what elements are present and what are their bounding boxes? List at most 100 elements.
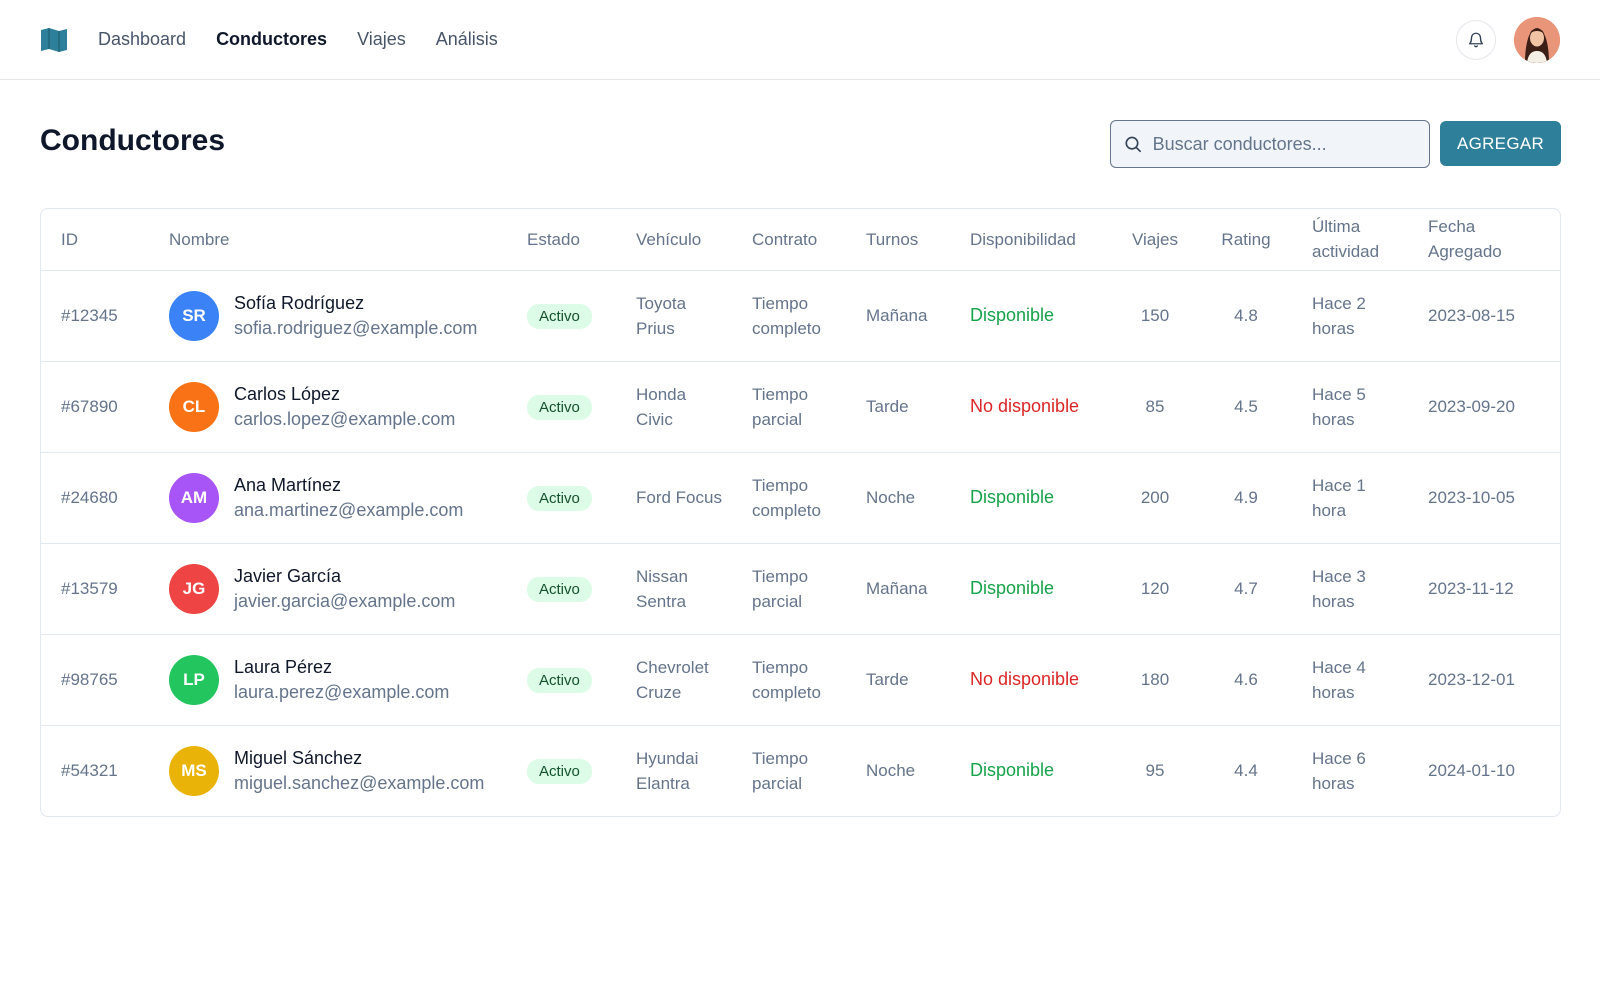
availability-status: Disponible bbox=[970, 305, 1055, 325]
status-badge: Activo bbox=[527, 576, 592, 602]
table-row[interactable]: #12345 SR Sofía Rodríguez sofia.rodrigue… bbox=[41, 270, 1560, 362]
date-added: 2023-09-20 bbox=[1408, 361, 1560, 453]
shift: Noche bbox=[846, 452, 950, 544]
driver-text: Miguel Sánchez miguel.sanchez@example.co… bbox=[234, 746, 484, 796]
trip-count: 95 bbox=[1145, 761, 1165, 781]
column-header-disponibilidad[interactable]: Disponibilidad bbox=[950, 209, 1110, 271]
availability-cell: No disponible bbox=[950, 361, 1110, 453]
avatar: AM bbox=[169, 472, 219, 523]
column-header-fecha-agregado[interactable]: Fecha Agregado bbox=[1408, 209, 1560, 271]
bell-icon bbox=[1468, 32, 1484, 47]
trip-count: 120 bbox=[1110, 543, 1200, 635]
column-header-nombre[interactable]: Nombre bbox=[149, 209, 507, 271]
date-added: 2024-01-10 bbox=[1428, 761, 1515, 781]
notifications-button[interactable] bbox=[1456, 19, 1496, 60]
driver-identity: LP Laura Pérez laura.perez@example.com bbox=[169, 654, 497, 705]
availability-cell: Disponible bbox=[950, 270, 1110, 362]
driver-name: Laura Pérez bbox=[234, 656, 333, 677]
contract: Tiempo parcial bbox=[732, 361, 846, 453]
driver-text: Carlos López carlos.lopez@example.com bbox=[234, 382, 455, 432]
main-nav: Dashboard Conductores Viajes Análisis bbox=[98, 29, 498, 50]
search-box[interactable] bbox=[1110, 120, 1430, 168]
driver-email: laura.perez@example.com bbox=[234, 681, 450, 702]
contract: Tiempo completo bbox=[732, 634, 846, 726]
last-activity: Hace 1 hora bbox=[1292, 452, 1408, 544]
driver-id: #24680 bbox=[41, 452, 149, 544]
column-header-viajes[interactable]: Viajes bbox=[1110, 209, 1200, 271]
rating: 4.5 bbox=[1200, 361, 1292, 453]
status-badge: Activo bbox=[527, 758, 592, 784]
table-header-row: ID Nombre Estado Vehículo Contrato Turno… bbox=[41, 209, 1560, 271]
add-driver-button[interactable]: AGREGAR bbox=[1440, 121, 1561, 166]
driver-text: Sofía Rodríguez sofia.rodriguez@example.… bbox=[234, 291, 477, 341]
topbar-actions bbox=[1456, 16, 1560, 63]
driver-name: Ana Martínez bbox=[234, 474, 342, 495]
column-header-turnos[interactable]: Turnos bbox=[846, 209, 950, 271]
driver-id: #98765 bbox=[41, 634, 149, 726]
status-badge: Activo bbox=[527, 303, 592, 329]
avatar: LP bbox=[169, 654, 219, 705]
vehicle: Ford Focus bbox=[616, 452, 732, 544]
column-header-estado[interactable]: Estado bbox=[507, 209, 616, 271]
driver-name: Javier García bbox=[234, 565, 342, 586]
top-navbar: Dashboard Conductores Viajes Análisis bbox=[0, 0, 1600, 80]
status-cell: Activo bbox=[507, 725, 616, 816]
vehicle: Toyota Prius bbox=[616, 270, 732, 362]
column-header-id[interactable]: ID bbox=[41, 209, 149, 271]
driver-text: Javier García javier.garcia@example.com bbox=[234, 564, 455, 614]
driver-identity: MS Miguel Sánchez miguel.sanchez@example… bbox=[169, 745, 497, 796]
nav-item-viajes[interactable]: Viajes bbox=[357, 29, 406, 50]
avatar: CL bbox=[169, 381, 219, 432]
search-input[interactable] bbox=[1152, 133, 1417, 155]
rating: 4.6 bbox=[1200, 634, 1292, 726]
status-cell: Activo bbox=[507, 634, 616, 726]
driver-email: javier.garcia@example.com bbox=[234, 590, 456, 611]
vehicle: Chevrolet Cruze bbox=[616, 634, 732, 726]
contract: Tiempo parcial bbox=[752, 748, 809, 793]
availability-status: No disponible bbox=[970, 669, 1080, 689]
nav-item-conductores[interactable]: Conductores bbox=[216, 29, 327, 50]
table-row[interactable]: #67890 CL Carlos López carlos.lopez@exam… bbox=[41, 361, 1560, 453]
table-body: #12345 SR Sofía Rodríguez sofia.rodrigue… bbox=[41, 270, 1560, 816]
table-row[interactable]: #54321 MS Miguel Sánchez miguel.sanchez@… bbox=[41, 725, 1560, 816]
shift: Noche bbox=[866, 761, 916, 781]
availability-status: No disponible bbox=[970, 396, 1080, 416]
table-row[interactable]: #98765 LP Laura Pérez laura.perez@exampl… bbox=[41, 634, 1560, 726]
column-header-contrato[interactable]: Contrato bbox=[732, 209, 846, 271]
driver-name: Miguel Sánchez bbox=[234, 747, 363, 768]
nav-item-dashboard[interactable]: Dashboard bbox=[98, 29, 186, 50]
column-header-vehiculo[interactable]: Vehículo bbox=[616, 209, 732, 271]
driver-id: #67890 bbox=[41, 361, 149, 453]
shift: Tarde bbox=[846, 634, 950, 726]
status-cell: Activo bbox=[507, 543, 616, 635]
table-row[interactable]: #24680 AM Ana Martínez ana.martinez@exam… bbox=[41, 452, 1560, 544]
date-added: 2023-10-05 bbox=[1408, 452, 1560, 544]
avatar: MS bbox=[169, 745, 219, 796]
contract: Tiempo parcial bbox=[732, 543, 846, 635]
availability-status: Disponible bbox=[970, 578, 1055, 598]
trip-count: 85 bbox=[1110, 361, 1200, 453]
driver-id: #54321 bbox=[61, 761, 118, 781]
availability-cell: Disponible bbox=[950, 725, 1110, 816]
last-activity: Hace 5 horas bbox=[1292, 361, 1408, 453]
shift: Mañana bbox=[846, 543, 950, 635]
drivers-table: ID Nombre Estado Vehículo Contrato Turno… bbox=[40, 208, 1561, 817]
last-activity: Hace 4 horas bbox=[1292, 634, 1408, 726]
rating: 4.9 bbox=[1200, 452, 1292, 544]
nav-item-analisis[interactable]: Análisis bbox=[436, 29, 498, 50]
avatar: JG bbox=[169, 563, 219, 614]
search-icon bbox=[1125, 136, 1141, 153]
column-header-ultima-actividad[interactable]: Última actividad bbox=[1292, 209, 1408, 271]
driver-id: #12345 bbox=[41, 270, 149, 362]
vehicle: Honda Civic bbox=[616, 361, 732, 453]
rating: 4.8 bbox=[1200, 270, 1292, 362]
rating: 4.4 bbox=[1234, 761, 1258, 781]
table-row[interactable]: #13579 JG Javier García javier.garcia@ex… bbox=[41, 543, 1560, 635]
vehicle: Nissan Sentra bbox=[616, 543, 732, 635]
user-avatar[interactable] bbox=[1514, 16, 1560, 63]
date-added: 2023-11-12 bbox=[1408, 543, 1560, 635]
availability-cell: Disponible bbox=[950, 452, 1110, 544]
folded-map-icon[interactable] bbox=[40, 27, 68, 53]
column-header-rating[interactable]: Rating bbox=[1200, 209, 1292, 271]
last-activity: Hace 3 horas bbox=[1292, 543, 1408, 635]
